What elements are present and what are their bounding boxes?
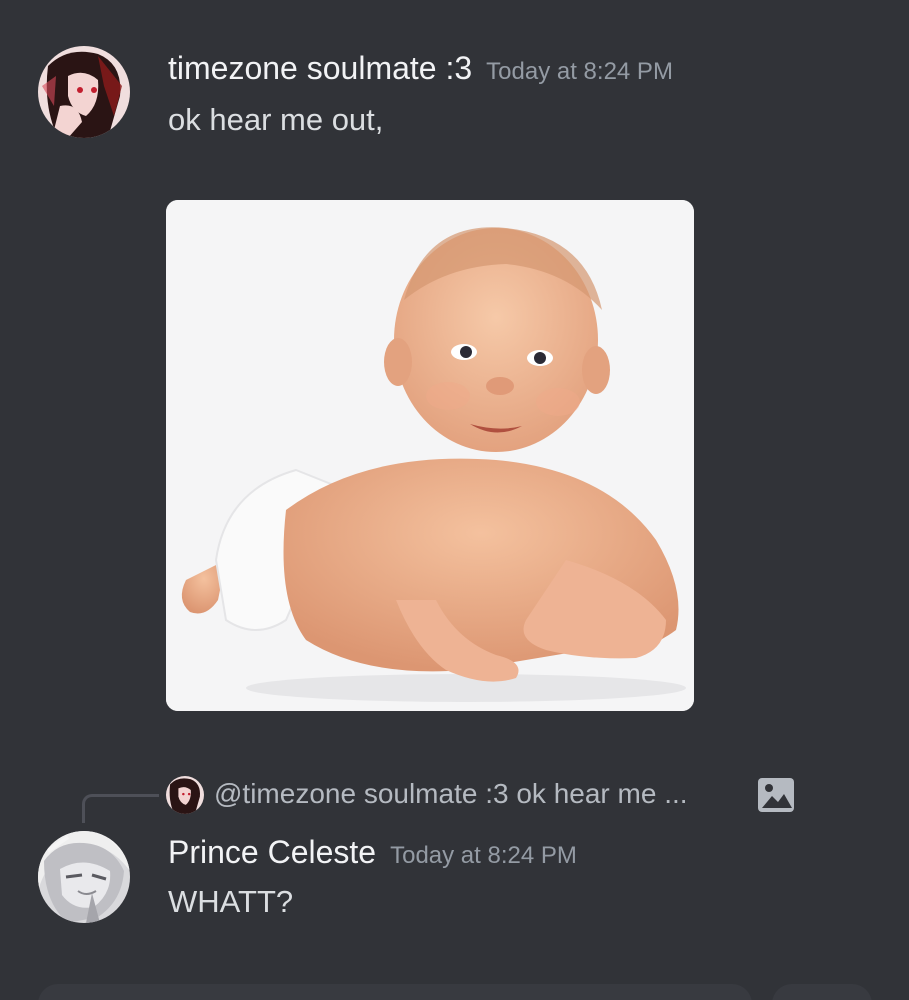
chat-message-list: timezone soulmate :3 Today at 8:24 PM ok … <box>0 0 909 1000</box>
message-text: WHATT? <box>168 884 294 919</box>
message-header: Prince Celeste Today at 8:24 PM <box>168 834 577 871</box>
image-icon <box>756 776 796 814</box>
author-name[interactable]: timezone soulmate :3 <box>168 50 472 86</box>
message-input-bar[interactable] <box>38 984 752 1000</box>
user-avatar[interactable] <box>38 831 130 923</box>
composer-action-button[interactable] <box>772 984 872 1000</box>
reply-author-avatar <box>166 776 204 814</box>
message-text: ok hear me out, <box>168 102 384 137</box>
reply-preview[interactable]: @timezone soulmate :3 ok hear me ... <box>214 778 688 810</box>
anime-avatar-image <box>38 831 130 923</box>
message-header: timezone soulmate :3 Today at 8:24 PM <box>168 50 673 87</box>
message-timestamp: Today at 8:24 PM <box>390 842 577 869</box>
anime-avatar-image <box>166 776 204 814</box>
reply-connector-line <box>82 794 159 823</box>
user-avatar[interactable] <box>38 46 130 138</box>
message-timestamp: Today at 8:24 PM <box>486 58 673 85</box>
author-name[interactable]: Prince Celeste <box>168 834 376 870</box>
anime-avatar-image <box>38 46 130 138</box>
baby-photo <box>166 200 694 711</box>
image-attachment[interactable] <box>166 200 694 711</box>
